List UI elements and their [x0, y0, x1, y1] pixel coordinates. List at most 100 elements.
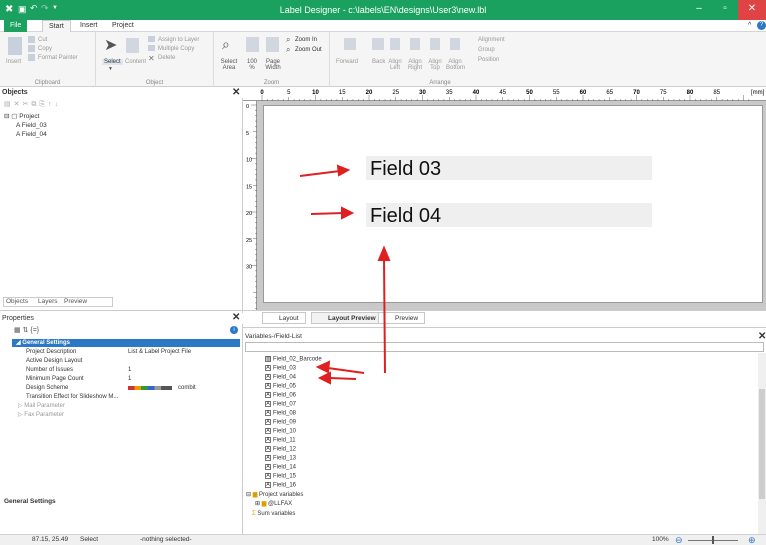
tab-insert[interactable]: Insert: [74, 20, 104, 32]
cut-button[interactable]: Cut: [38, 37, 47, 43]
mail-parameter-group[interactable]: ▷ Mail Parameter: [18, 402, 246, 410]
variables-panel-close-icon[interactable]: ✕: [758, 332, 766, 342]
tab-preview-view[interactable]: Preview: [378, 312, 426, 324]
multiple-copy-button[interactable]: Multiple Copy: [158, 46, 194, 52]
design-canvas[interactable]: 0 5 10 15 20 25 30 35 40 45 50 55 60 65 70 75 80 85 [mm] 0…: [243, 87, 766, 310]
field-list-item[interactable]: A Field_11: [265, 437, 296, 445]
copy-button[interactable]: Copy: [38, 46, 52, 52]
tree-field-04[interactable]: A Field_04: [16, 131, 47, 139]
tab-start[interactable]: Start: [42, 20, 71, 32]
tab-project[interactable]: Project: [106, 20, 140, 32]
info-icon[interactable]: i: [230, 326, 238, 334]
align-top-button[interactable]: Align Top: [427, 59, 443, 71]
ruler-label: 50: [526, 90, 533, 96]
tab-layout-preview[interactable]: Layout Preview: [311, 312, 383, 324]
insert-button[interactable]: Insert: [6, 59, 21, 65]
select-button[interactable]: Select: [102, 59, 123, 65]
minimize-button[interactable]: –: [686, 0, 712, 20]
ruler-label: 60: [580, 90, 587, 96]
field-list-item[interactable]: A Field_15: [265, 473, 296, 481]
align-bottom-icon: [450, 38, 460, 50]
project-variables-node[interactable]: ⊟ ▆ Project variables: [246, 492, 303, 499]
field-list-item[interactable]: A Field_09: [265, 419, 296, 427]
page-width-button[interactable]: Page Width: [264, 59, 282, 71]
llfax-node[interactable]: ⊞ ▆ @LLFAX: [255, 501, 292, 508]
forward-button[interactable]: Forward: [336, 59, 358, 65]
property-row[interactable]: Number of Issues 1: [26, 366, 254, 374]
text-object-icon: A: [16, 122, 20, 129]
property-name: Active Design Layout: [26, 358, 83, 364]
fax-parameter-group[interactable]: ▷ Fax Parameter: [18, 411, 246, 419]
select-dropdown-icon[interactable]: ▼: [108, 66, 113, 72]
property-row[interactable]: Design Scheme combit: [26, 384, 254, 392]
canvas-field-04[interactable]: Field 04: [366, 203, 652, 227]
assign-layer-button[interactable]: Assign to Layer: [158, 37, 199, 43]
field-list-item[interactable]: A Field_10: [265, 428, 296, 436]
align-bottom-button[interactable]: Align Bottom: [446, 59, 465, 71]
property-row[interactable]: Minimum Page Count 1: [26, 375, 254, 383]
vertical-ruler-ticks: 0 5 10 15 20 25 30: [246, 104, 257, 309]
select-area-button[interactable]: Select Area: [218, 59, 240, 71]
group-button[interactable]: Group: [478, 47, 495, 53]
field-list-item[interactable]: A Field_14: [265, 464, 296, 472]
field-list-item[interactable]: A Field_03: [265, 365, 296, 373]
content-button[interactable]: Content: [125, 59, 146, 65]
tab-objects[interactable]: Objects: [6, 298, 28, 305]
zoom-100-button[interactable]: 100 %: [244, 59, 260, 71]
zoom-slider-thumb[interactable]: [712, 536, 714, 544]
format-painter-button[interactable]: Format Painter: [38, 55, 78, 61]
align-left-button[interactable]: Align Left: [387, 59, 403, 71]
field-list-item[interactable]: A Field_04: [265, 374, 296, 382]
field-list-item[interactable]: A Field_05: [265, 383, 296, 391]
tab-preview[interactable]: Preview: [64, 298, 87, 305]
text-field-icon: A: [265, 365, 271, 371]
delete-button[interactable]: Delete: [158, 55, 175, 61]
zoom-out-icon[interactable]: ⊖: [675, 535, 683, 545]
position-button[interactable]: Position: [478, 57, 499, 63]
zoom-in-icon[interactable]: ⊕: [748, 535, 756, 545]
general-settings-section[interactable]: ◢ General Settings: [12, 339, 240, 347]
property-row[interactable]: Active Design Layout: [26, 357, 254, 365]
ribbon-collapse-icon[interactable]: ^: [748, 22, 751, 29]
field-list-item-label: Field_03: [273, 365, 297, 372]
ruler-label: 85: [713, 90, 720, 96]
zoom-group-label: Zoom: [263, 80, 280, 86]
variables-search-input[interactable]: [245, 342, 764, 352]
maximize-button[interactable]: ▫: [712, 0, 738, 20]
layout-tab-label: Layout: [279, 315, 299, 322]
tree-project[interactable]: ⊟ ▢ Project: [4, 113, 39, 121]
field-list-item[interactable]: A Field_08: [265, 410, 296, 418]
scrollbar-thumb[interactable]: [759, 389, 765, 499]
field-list-item[interactable]: A Field_12: [265, 446, 296, 454]
label-page[interactable]: Field 03 Field 04: [263, 105, 763, 303]
field-list-item[interactable]: A Field_06: [265, 392, 296, 400]
align-right-button[interactable]: Align Right: [407, 59, 423, 71]
help-icon[interactable]: ?: [757, 21, 766, 30]
property-value: combit: [178, 385, 196, 391]
properties-panel-close-icon[interactable]: ✕: [232, 313, 240, 323]
sum-variables-node[interactable]: Σ Sum variables: [252, 511, 295, 518]
property-row[interactable]: Project Description List & Label Project …: [26, 348, 254, 356]
tab-layers[interactable]: Layers: [38, 298, 58, 305]
zoom-in-button[interactable]: Zoom In: [295, 37, 317, 43]
objects-panel-close-icon[interactable]: ✕: [232, 88, 240, 98]
sort-icon[interactable]: ▦ ⇅ {=}: [14, 326, 39, 334]
close-button[interactable]: ✕: [738, 0, 766, 20]
tree-field-03[interactable]: A Field_03: [16, 122, 47, 130]
back-button[interactable]: Back: [372, 59, 385, 65]
variables-scrollbar[interactable]: [758, 353, 766, 535]
field-list-item[interactable]: A Field_07: [265, 401, 296, 409]
tab-file[interactable]: File: [4, 20, 28, 32]
alignment-button[interactable]: Alignment: [478, 37, 505, 43]
field-list-item[interactable]: ▥ Field_02_Barcode: [265, 356, 322, 364]
ruler-ticks: 0 5 10 15 20 25 30 35 40 45 50 55 60 65 70 75 80 85 [mm]: [260, 90, 765, 101]
zoom-out-button[interactable]: Zoom Out: [295, 47, 322, 53]
text-field-icon: A: [265, 401, 271, 407]
field-list-item[interactable]: A Field_16: [265, 482, 296, 490]
horizontal-ruler: 0 5 10 15 20 25 30 35 40 45 50 55 60 65 70 75 80 85 [mm]: [243, 87, 766, 101]
tab-layout[interactable]: Layout: [262, 312, 306, 324]
canvas-field-03[interactable]: Field 03: [366, 156, 652, 180]
field-list-item[interactable]: A Field_13: [265, 455, 296, 463]
ruler-label: 40: [473, 90, 480, 96]
property-row[interactable]: Transition Effect for Slideshow M...: [26, 393, 254, 401]
